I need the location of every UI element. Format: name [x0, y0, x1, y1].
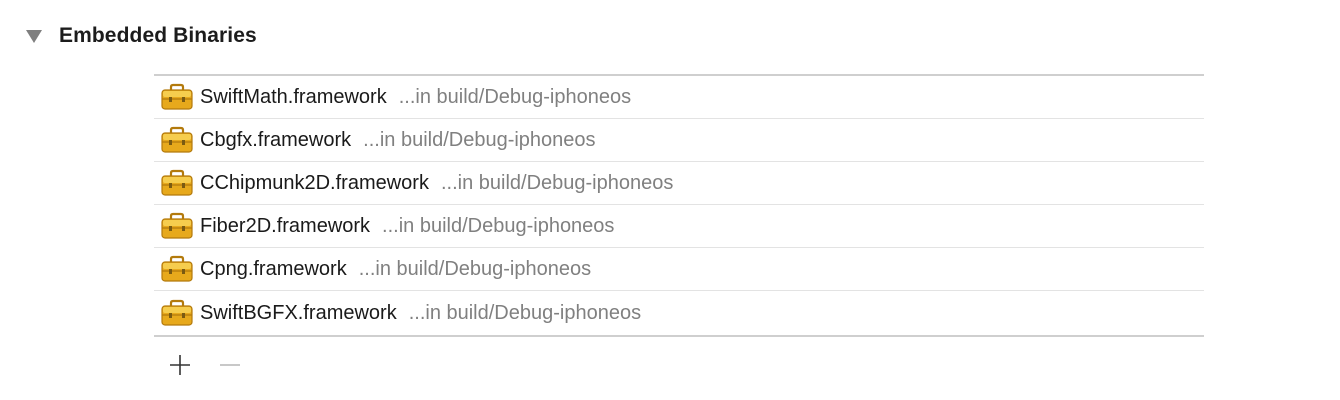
framework-name: SwiftMath.framework [200, 85, 387, 108]
framework-name: Cpng.framework [200, 257, 347, 280]
framework-name: SwiftBGFX.framework [200, 301, 397, 324]
list-item[interactable]: CChipmunk2D.framework ...in build/Debug-… [154, 162, 1204, 205]
list-item[interactable]: Cbgfx.framework ...in build/Debug-iphone… [154, 119, 1204, 162]
framework-location: ...in build/Debug-iphoneos [398, 85, 632, 108]
minus-icon [220, 364, 240, 366]
list-item[interactable]: Fiber2D.framework ...in build/Debug-ipho… [154, 205, 1204, 248]
framework-toolbox-icon [160, 298, 194, 328]
disclosure-triangle-icon[interactable] [26, 29, 42, 43]
framework-toolbox-icon [160, 168, 194, 198]
framework-name: Fiber2D.framework [200, 214, 371, 237]
framework-location: ...in build/Debug-iphoneos [363, 128, 596, 151]
list-item[interactable]: SwiftMath.framework ...in build/Debug-ip… [154, 76, 1204, 119]
section-title: Embedded Binaries [59, 24, 257, 47]
framework-location: ...in build/Debug-iphoneos [408, 301, 642, 324]
framework-name: Cbgfx.framework [200, 128, 352, 151]
add-button[interactable] [166, 351, 194, 379]
framework-location: ...in build/Debug-iphoneos [358, 257, 592, 280]
list-item[interactable]: SwiftBGFX.framework ...in build/Debug-ip… [154, 291, 1204, 335]
embedded-binaries-header: Embedded Binaries [26, 20, 257, 52]
framework-toolbox-icon [160, 82, 194, 112]
framework-toolbox-icon [160, 125, 194, 155]
framework-toolbox-icon [160, 254, 194, 284]
plus-icon [170, 355, 190, 375]
framework-toolbox-icon [160, 211, 194, 241]
list-item[interactable]: Cpng.framework ...in build/Debug-iphoneo… [154, 248, 1204, 291]
framework-location: ...in build/Debug-iphoneos [382, 214, 615, 237]
remove-button[interactable] [216, 351, 244, 379]
list-controls [166, 350, 266, 380]
embedded-binaries-list: SwiftMath.framework ...in build/Debug-ip… [154, 74, 1204, 337]
framework-location: ...in build/Debug-iphoneos [440, 171, 674, 194]
framework-name: CChipmunk2D.framework [200, 171, 429, 194]
